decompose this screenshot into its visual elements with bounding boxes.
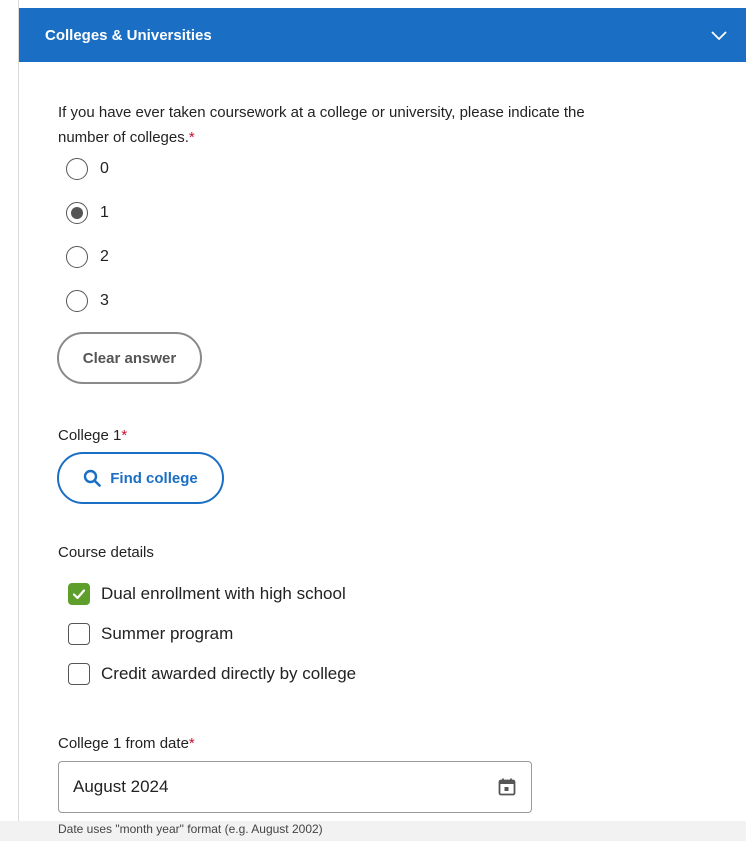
radio-label: 1 — [100, 204, 109, 221]
college-label-text: College 1 — [58, 427, 122, 444]
radio-button[interactable] — [66, 158, 88, 180]
question-text: If you have ever taken coursework at a c… — [58, 100, 638, 150]
section-title: Colleges & Universities — [45, 26, 212, 44]
required-asterisk: * — [188, 129, 195, 146]
radio-option-0[interactable]: 0 — [66, 156, 109, 182]
date-format-hint: Date uses "month year" format (e.g. Augu… — [58, 822, 323, 836]
course-details-label: Course details — [58, 544, 154, 561]
radio-button[interactable] — [66, 246, 88, 268]
checkbox-summer-program[interactable]: Summer program — [68, 622, 233, 646]
checkbox[interactable] — [68, 663, 90, 685]
checkbox-label: Summer program — [101, 624, 234, 643]
college-label: College 1* — [58, 427, 127, 444]
checkmark-icon — [72, 589, 86, 600]
find-college-button[interactable]: Find college — [57, 452, 224, 504]
checkbox-label: Dual enrollment with high school — [101, 584, 346, 603]
radio-option-2[interactable]: 2 — [66, 244, 109, 270]
calendar-icon[interactable] — [497, 777, 517, 797]
checkbox-checked[interactable] — [68, 583, 90, 605]
checkbox-dual-enrollment[interactable]: Dual enrollment with high school — [68, 582, 346, 606]
radio-label: 3 — [100, 292, 109, 309]
radio-button-selected[interactable] — [66, 202, 88, 224]
checkbox[interactable] — [68, 623, 90, 645]
required-asterisk: * — [121, 427, 128, 444]
question-label: If you have ever taken coursework at a c… — [58, 104, 585, 146]
clear-answer-button[interactable]: Clear answer — [57, 332, 202, 384]
radio-dot — [71, 207, 83, 219]
search-icon — [84, 469, 102, 487]
chevron-down-icon[interactable] — [710, 26, 728, 44]
find-college-label: Find college — [110, 469, 198, 487]
radio-button[interactable] — [66, 290, 88, 312]
from-date-label-text: College 1 from date — [58, 735, 189, 752]
from-date-label: College 1 from date* — [58, 735, 195, 752]
radio-option-3[interactable]: 3 — [66, 288, 109, 314]
radio-label: 2 — [100, 248, 109, 265]
required-asterisk: * — [188, 735, 195, 752]
left-border — [18, 0, 19, 841]
radio-label: 0 — [100, 160, 109, 177]
radio-option-1[interactable]: 1 — [66, 200, 109, 226]
checkbox-credit-awarded[interactable]: Credit awarded directly by college — [68, 662, 356, 686]
section-header[interactable]: Colleges & Universities — [19, 8, 746, 62]
from-date-input[interactable]: August 2024 — [58, 761, 532, 813]
date-value: August 2024 — [73, 777, 169, 796]
checkbox-label: Credit awarded directly by college — [101, 664, 357, 683]
